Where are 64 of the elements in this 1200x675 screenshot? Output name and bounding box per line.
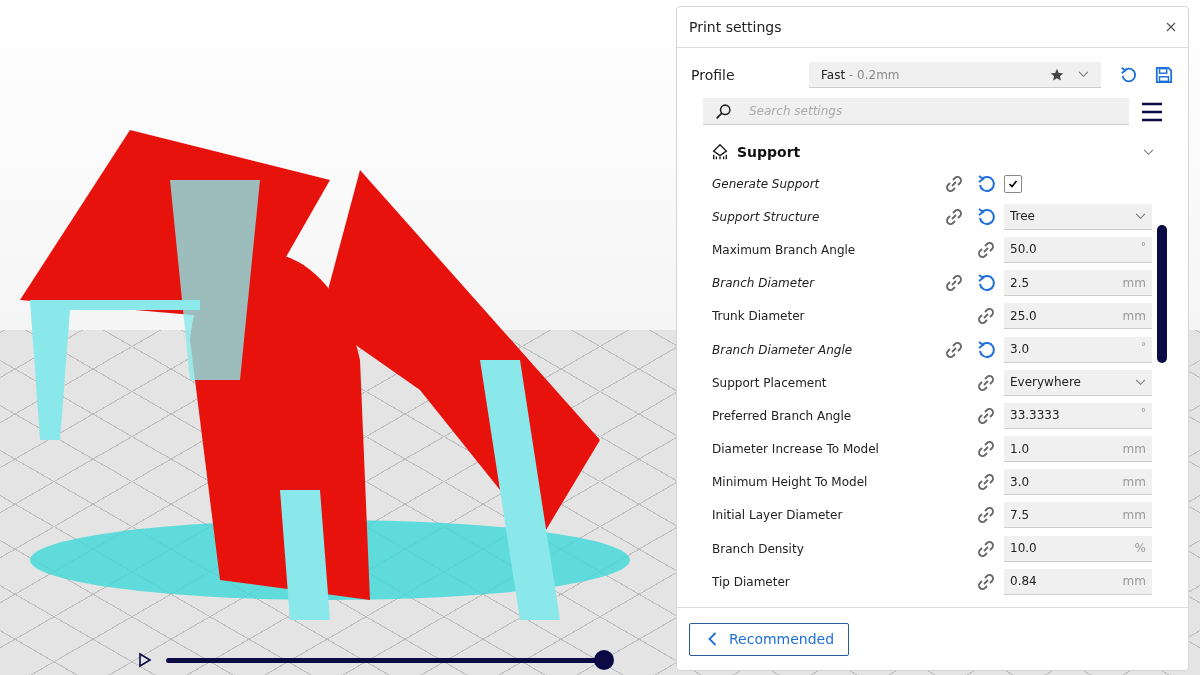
setting-label: Minimum Height To Model [712, 475, 869, 490]
setting-input[interactable]: 10.0 % [1004, 535, 1152, 562]
link-icon [976, 571, 996, 592]
link-icon [976, 306, 996, 327]
profile-dropdown[interactable]: Fast - 0.2mm [809, 62, 1101, 88]
setting-label: Preferred Branch Angle [712, 408, 853, 423]
star-icon [1050, 67, 1064, 82]
setting-input[interactable]: 25.0 mm [1004, 303, 1152, 330]
link-icon [944, 339, 964, 360]
menu-icon[interactable] [1141, 101, 1163, 122]
chevron-down-icon [1078, 71, 1089, 78]
setting-label: Branch Diameter Angle [712, 342, 854, 357]
link-icon [944, 273, 964, 294]
link-icon [976, 472, 996, 493]
close-icon[interactable] [1166, 22, 1176, 32]
reset-icon[interactable] [976, 173, 996, 194]
setting-dropdown[interactable]: Tree [1004, 203, 1152, 230]
save-icon[interactable] [1155, 66, 1173, 84]
profile-label: Profile [691, 67, 736, 83]
search-icon [715, 103, 732, 120]
link-icon [976, 505, 996, 526]
setting-input[interactable]: 33.3333 ° [1004, 402, 1152, 429]
setting-input[interactable]: 2.5 mm [1004, 270, 1152, 297]
reset-icon[interactable] [976, 339, 996, 360]
setting-label: Support Structure [712, 209, 821, 224]
checkbox[interactable] [1004, 174, 1022, 193]
panel-title: Print settings [689, 19, 782, 35]
link-icon [976, 538, 996, 559]
category-title[interactable]: Support [737, 144, 801, 160]
setting-label: Maximum Branch Angle [712, 242, 857, 257]
reset-icon[interactable] [976, 273, 996, 294]
setting-dropdown[interactable]: Everywhere [1004, 369, 1152, 396]
link-icon [976, 439, 996, 460]
play-icon[interactable] [138, 652, 152, 668]
chevron-icon[interactable] [1143, 148, 1154, 156]
recommended-button[interactable]: Recommended [689, 622, 850, 656]
support-icon [711, 143, 729, 161]
setting-input[interactable]: 3.0 mm [1004, 469, 1152, 496]
reset-icon[interactable] [976, 206, 996, 227]
link-icon [976, 372, 996, 393]
chevron-left-icon [708, 632, 717, 646]
setting-label: Generate Support [712, 176, 821, 191]
link-icon [944, 173, 964, 194]
setting-label: Support Placement [712, 375, 828, 390]
scrollbar[interactable] [1157, 225, 1167, 363]
setting-label: Trunk Diameter [712, 309, 806, 324]
setting-label: Initial Layer Diameter [712, 508, 844, 523]
setting-input[interactable]: 1.0 mm [1004, 436, 1152, 463]
setting-input[interactable]: 0.84 mm [1004, 568, 1152, 595]
setting-input[interactable]: 50.0 ° [1004, 236, 1152, 263]
setting-label: Branch Density [712, 541, 805, 556]
setting-label: Diameter Increase To Model [712, 442, 880, 457]
setting-input[interactable]: 3.0 ° [1004, 336, 1152, 363]
setting-label: Branch Diameter [712, 276, 816, 291]
reset-icon[interactable] [1119, 66, 1137, 84]
chevron-down-icon [1135, 212, 1146, 220]
setting-input[interactable]: 7.5 mm [1004, 502, 1152, 529]
link-icon [976, 239, 996, 260]
search-field[interactable]: Search settings [703, 98, 1129, 125]
chevron-down-icon [1135, 378, 1146, 386]
setting-label: Tip Diameter [712, 574, 791, 589]
checkmark-icon [1008, 178, 1018, 189]
link-icon [944, 206, 964, 227]
link-icon [976, 405, 996, 426]
